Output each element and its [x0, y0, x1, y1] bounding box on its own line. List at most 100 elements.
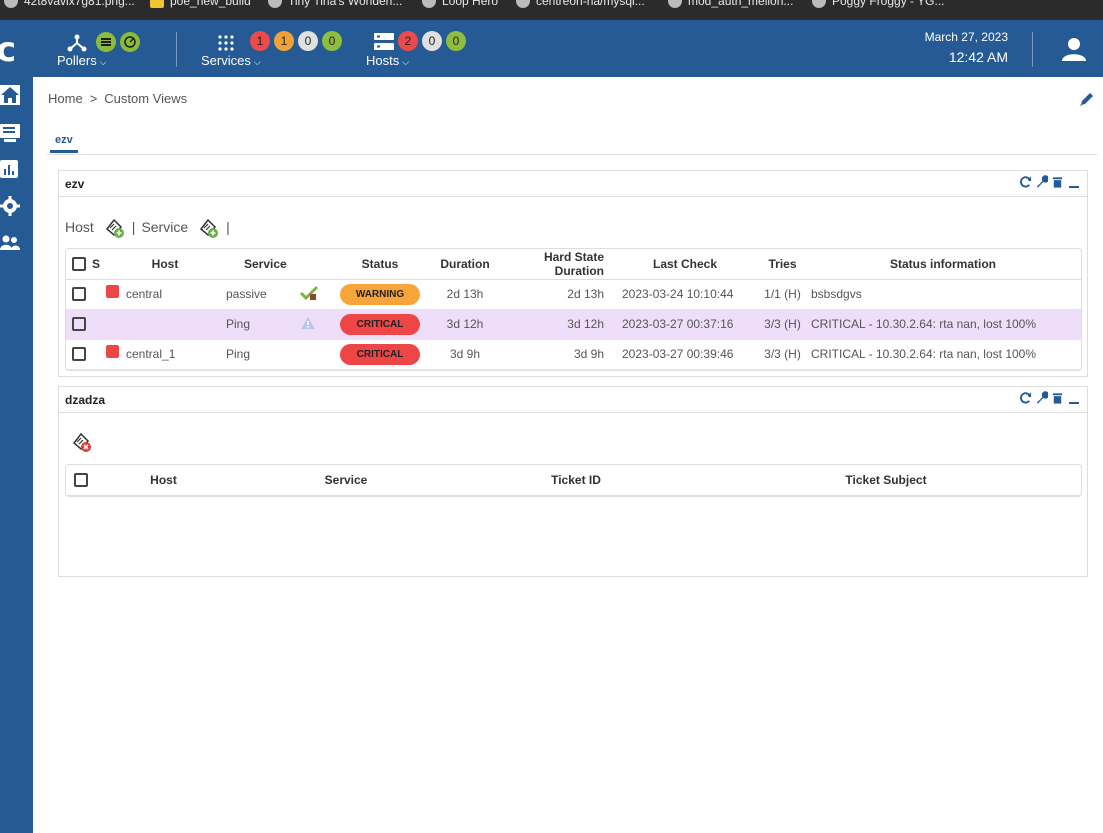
refresh-icon[interactable] — [1019, 391, 1032, 405]
sidebar-item-administration[interactable] — [0, 233, 20, 253]
sidebar-item-reporting[interactable] — [0, 160, 20, 180]
breadcrumb-home[interactable]: Home — [48, 91, 83, 106]
widget-title: dzadza — [65, 393, 106, 407]
widget-header: dzadza — [59, 387, 1087, 413]
table-row[interactable]: central passive WARNING 2d 13h 2d 13h 20… — [66, 279, 1081, 310]
services-menu[interactable]: 1 1 0 0 Services ⌵ — [201, 20, 351, 77]
bookmark-item[interactable]: Tiny Tina's Wonderl... — [268, 0, 402, 8]
close-ticket-icon[interactable] — [69, 429, 93, 453]
current-time: 12:42 AM — [948, 49, 1008, 65]
service-name[interactable]: Ping — [220, 339, 300, 370]
column-header-last-check[interactable]: Last Check — [610, 249, 760, 280]
sidebar-item-configuration[interactable] — [0, 196, 20, 216]
game-icon — [268, 0, 282, 8]
column-header-host[interactable]: Host — [96, 465, 231, 496]
minimize-icon[interactable] — [1069, 402, 1079, 404]
sidebar-item-monitoring[interactable] — [0, 123, 20, 143]
column-header-hard-state-duration[interactable]: Hard State Duration — [500, 249, 610, 280]
minimize-icon[interactable] — [1069, 186, 1079, 188]
widget-ezv: ezv Host | Service | S Host Service Stat… — [58, 170, 1088, 377]
column-header-host[interactable]: Host — [110, 249, 220, 280]
tab-ezv[interactable]: ezv — [50, 134, 78, 153]
wrench-icon[interactable] — [1035, 391, 1048, 405]
services-warning-count[interactable]: 1 — [274, 31, 294, 51]
users-icon — [0, 235, 20, 250]
table-row[interactable]: central_1 Ping CRITICAL 3d 9h 3d 9h 2023… — [66, 339, 1081, 370]
bookmark-item[interactable]: 42t8vavix7g81.png... — [4, 0, 135, 8]
user-icon[interactable] — [1061, 36, 1087, 62]
sidebar — [0, 77, 33, 833]
service-status-table: S Host Service Status Duration Hard Stat… — [65, 248, 1082, 371]
service-name[interactable]: passive — [220, 279, 300, 310]
divider — [1032, 32, 1033, 67]
latency-status-icon[interactable] — [120, 32, 140, 52]
select-all-checkbox[interactable] — [72, 257, 86, 272]
hard-state-duration: 3d 12h — [500, 309, 610, 340]
column-header-status[interactable]: Status — [330, 249, 430, 280]
bookmark-item[interactable]: Poggy Froggy - YG... — [812, 0, 945, 8]
widget-tools — [1019, 175, 1079, 189]
column-header-ticket-subject[interactable]: Ticket Subject — [691, 465, 1081, 496]
custom-view-tabs: ezv — [47, 132, 1097, 155]
home-icon — [1, 87, 19, 103]
refresh-icon[interactable] — [1019, 175, 1032, 189]
status-information: CRITICAL - 10.30.2.64: rta nan, lost 100… — [805, 339, 1081, 370]
host-name[interactable]: central_1 — [126, 347, 175, 361]
column-header-status-information[interactable]: Status information — [805, 249, 1081, 280]
pollers-menu[interactable]: Pollers ⌵ — [57, 20, 147, 77]
hosts-down-count[interactable]: 2 — [398, 31, 418, 51]
pencil-icon[interactable] — [1079, 91, 1095, 107]
chart-icon — [0, 160, 18, 178]
status-badge: CRITICAL — [340, 313, 420, 335]
row-checkbox[interactable] — [72, 317, 86, 332]
hosts-up-count[interactable]: 0 — [446, 31, 466, 51]
last-check: 2023-03-27 00:37:16 — [610, 309, 760, 340]
clock: March 27, 2023 12:42 AM — [925, 30, 1008, 65]
poller-icon — [67, 34, 87, 52]
column-header-s[interactable]: S — [92, 249, 110, 280]
column-header-duration[interactable]: Duration — [430, 249, 500, 280]
last-check: 2023-03-27 00:39:46 — [610, 339, 760, 370]
service-name[interactable]: Ping — [220, 309, 300, 340]
hosts-menu[interactable]: 2 0 0 Hosts ⌵ — [366, 20, 486, 77]
select-all-checkbox[interactable] — [74, 473, 88, 488]
trash-icon[interactable] — [1051, 391, 1064, 405]
widget-title: ezv — [65, 177, 85, 191]
row-checkbox[interactable] — [72, 347, 86, 362]
table-header-row: S Host Service Status Duration Hard Stat… — [66, 249, 1081, 280]
column-header-service[interactable]: Service — [231, 465, 461, 496]
current-date: March 27, 2023 — [924, 30, 1008, 44]
action-separator: | — [131, 219, 136, 235]
bookmark-item[interactable]: mod_auth_mellon... — [668, 0, 793, 8]
services-unknown-count[interactable]: 0 — [298, 31, 318, 51]
column-header-ticket-id[interactable]: Ticket ID — [461, 465, 691, 496]
centreon-logo[interactable]: c — [0, 30, 16, 70]
trash-icon[interactable] — [1051, 175, 1064, 189]
bookmark-item[interactable]: centreon-ha/mysql... — [516, 0, 645, 8]
bookmark-item[interactable]: poe_new_build — [150, 0, 251, 8]
wrench-icon[interactable] — [1035, 175, 1048, 189]
host-name[interactable]: central — [126, 287, 162, 301]
chevron-down-icon: ⌵ — [99, 57, 107, 67]
action-separator: | — [226, 219, 230, 235]
host-name[interactable] — [110, 309, 220, 340]
services-critical-count[interactable]: 1 — [250, 31, 270, 51]
open-service-ticket-icon[interactable] — [196, 215, 220, 239]
column-header-service[interactable]: Service — [220, 249, 330, 280]
hosts-unreachable-count[interactable]: 0 — [422, 31, 442, 51]
sidebar-item-home[interactable] — [0, 85, 20, 105]
services-ok-count[interactable]: 0 — [322, 31, 342, 51]
widget-dzadza: dzadza Host Service Ticket ID Ticket Sub… — [58, 386, 1088, 577]
row-checkbox[interactable] — [72, 287, 86, 302]
fedora-icon — [668, 0, 682, 8]
bookmark-item[interactable]: Loop Hero — [422, 0, 498, 8]
open-host-ticket-icon[interactable] — [102, 215, 126, 239]
hard-state-duration: 2d 13h — [500, 279, 610, 310]
database-status-icon[interactable] — [96, 32, 116, 52]
widget-tools — [1019, 391, 1079, 405]
table-row[interactable]: Ping CRITICAL 3d 12h 3d 12h 2023-03-27 0… — [66, 309, 1081, 340]
table-header-row: Host Service Ticket ID Ticket Subject — [66, 465, 1081, 496]
column-header-tries[interactable]: Tries — [760, 249, 805, 280]
gear-icon — [0, 196, 20, 216]
service-action-label: Service — [141, 219, 189, 235]
